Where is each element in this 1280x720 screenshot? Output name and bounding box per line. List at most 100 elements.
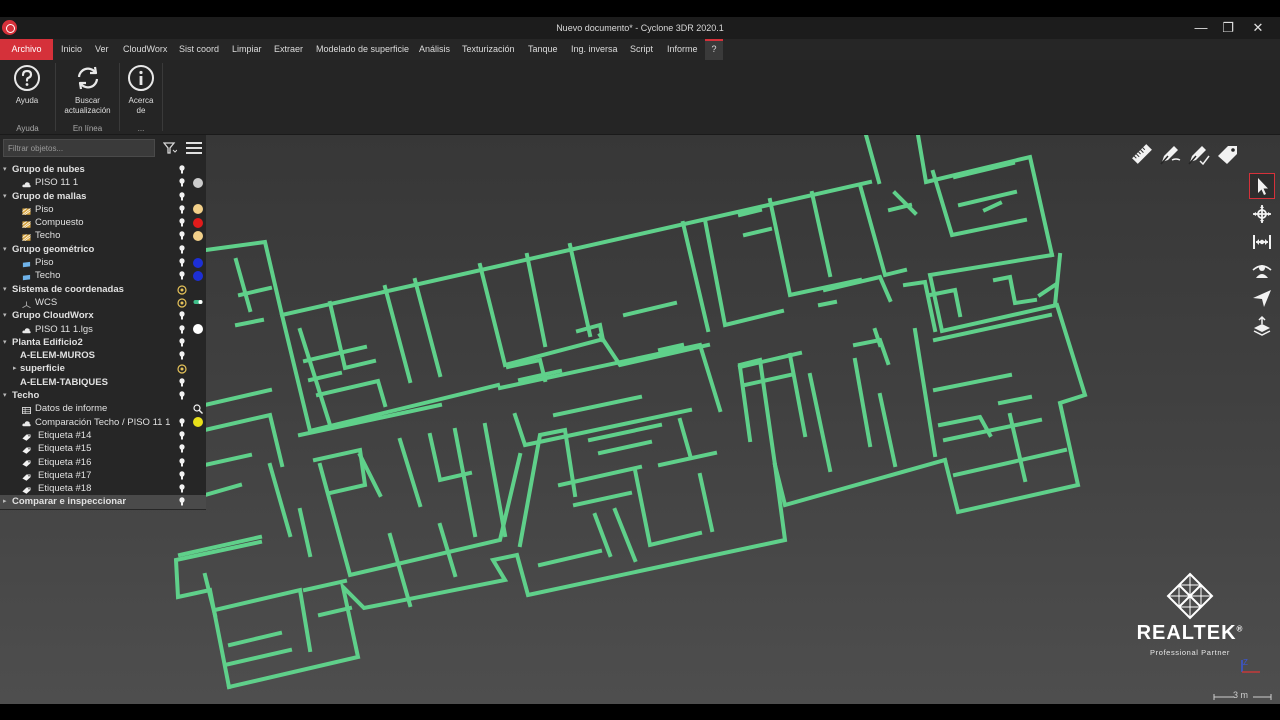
color-swatch[interactable] xyxy=(193,177,203,188)
collapse-arrow-icon[interactable]: ▾ xyxy=(3,336,7,349)
visibility-bulb-icon[interactable] xyxy=(179,271,185,280)
tree-row[interactable]: ▾ Techo xyxy=(0,389,206,402)
menu-modelado-superficie[interactable]: Modelado de superficie xyxy=(316,39,409,60)
visibility-bulb-icon[interactable] xyxy=(179,457,185,467)
visibility-bulb-icon[interactable] xyxy=(179,484,185,493)
visibility-bulb-icon[interactable] xyxy=(179,338,185,347)
move-cross-icon[interactable] xyxy=(1250,202,1274,226)
visibility-bulb-icon[interactable] xyxy=(179,205,185,214)
tree-row[interactable]: Etiqueta #15 xyxy=(0,442,206,455)
visibility-bulb-icon[interactable] xyxy=(179,471,185,480)
tree-row[interactable]: ▸ superficie xyxy=(0,362,206,375)
menu-informe[interactable]: Informe xyxy=(667,39,698,60)
visibility-bulb-icon[interactable] xyxy=(179,178,185,187)
partial-visibility-icon[interactable] xyxy=(177,298,187,308)
label-pen-icon[interactable] xyxy=(1158,142,1182,166)
tree-row[interactable]: Techo xyxy=(0,269,206,282)
menu-archivo[interactable]: Archivo xyxy=(0,39,53,60)
buscar-actualizacion-button[interactable]: Buscar actualización xyxy=(58,64,117,116)
tree-row[interactable]: A-ELEM-MUROS xyxy=(0,349,206,362)
tag-icon[interactable] xyxy=(1216,142,1240,166)
select-cursor-icon[interactable] xyxy=(1249,173,1275,199)
filter-objects-input[interactable] xyxy=(3,139,155,157)
filter-icon[interactable] xyxy=(163,142,177,154)
ruler-icon[interactable] xyxy=(1130,142,1154,166)
label-pen-check-icon[interactable] xyxy=(1186,142,1210,166)
menu-extraer[interactable]: Extraer xyxy=(274,39,303,60)
close-button[interactable]: ✕ xyxy=(1243,17,1273,39)
menu-tanque[interactable]: Tanque xyxy=(528,39,558,60)
menu-inicio[interactable]: Inicio xyxy=(61,39,82,60)
tree-row[interactable]: ▾ Sistema de coordenadas xyxy=(0,283,206,296)
tree-row[interactable]: WCS xyxy=(0,296,206,309)
menu-cloudworx[interactable]: CloudWorx xyxy=(123,39,167,60)
menu-help[interactable]: ? xyxy=(705,39,723,60)
expand-arrow-icon[interactable]: ▸ xyxy=(13,362,17,375)
tree-row[interactable]: Piso xyxy=(0,256,206,269)
magnifier-icon[interactable] xyxy=(193,404,203,414)
send-arrow-icon[interactable] xyxy=(1250,286,1274,310)
tree-row[interactable]: Techo xyxy=(0,229,206,242)
visibility-bulb-icon[interactable] xyxy=(179,377,185,387)
menu-limpiar[interactable]: Limpiar xyxy=(232,39,262,60)
visibility-bulb-icon[interactable] xyxy=(179,165,185,174)
visibility-bulb-icon[interactable] xyxy=(179,391,185,400)
color-swatch[interactable] xyxy=(193,417,203,428)
tree-row[interactable]: Etiqueta #14 xyxy=(0,429,206,442)
tree-row[interactable]: A-ELEM-TABIQUES xyxy=(0,376,206,389)
color-swatch[interactable] xyxy=(193,270,203,281)
tree-row[interactable]: ▾ Grupo de mallas xyxy=(0,190,206,203)
menu-script[interactable]: Script xyxy=(630,39,653,60)
menu-ing-inversa[interactable]: Ing. inversa xyxy=(571,39,618,60)
app-logo-icon[interactable] xyxy=(2,20,17,35)
tree-row[interactable]: PISO 11 1 xyxy=(0,176,206,189)
tree-row[interactable]: Piso xyxy=(0,203,206,216)
color-swatch[interactable] xyxy=(193,324,203,335)
list-menu-icon[interactable] xyxy=(186,141,202,155)
collapse-arrow-icon[interactable]: ▾ xyxy=(3,389,7,402)
expand-arrow-icon[interactable]: ▸ xyxy=(3,495,7,508)
tree-row[interactable]: Compuesto xyxy=(0,216,206,229)
menu-texturizacion[interactable]: Texturización xyxy=(462,39,515,60)
collapse-arrow-icon[interactable]: ▾ xyxy=(3,283,7,296)
ayuda-button[interactable]: Ayuda xyxy=(3,64,51,106)
color-swatch[interactable] xyxy=(193,257,203,268)
visibility-bulb-icon[interactable] xyxy=(179,231,185,240)
tree-row[interactable]: ▾ Grupo geométrico xyxy=(0,243,206,256)
restore-button[interactable]: ❐ xyxy=(1213,17,1243,39)
visibility-bulb-icon[interactable] xyxy=(179,497,185,506)
color-swatch[interactable] xyxy=(193,217,203,228)
minimize-button[interactable]: — xyxy=(1186,17,1216,39)
visibility-bulb-icon[interactable] xyxy=(179,417,185,427)
visibility-bulb-icon[interactable] xyxy=(179,351,185,360)
tree-row[interactable]: ▾ Planta Edificio2 xyxy=(0,336,206,349)
collapse-arrow-icon[interactable]: ▾ xyxy=(3,243,7,256)
menu-ver[interactable]: Ver xyxy=(95,39,109,60)
fit-horizontal-icon[interactable] xyxy=(1250,230,1274,254)
visibility-bulb-icon[interactable] xyxy=(179,191,185,201)
tree-row[interactable]: ▸ Comparar e inspeccionar xyxy=(0,495,206,509)
visibility-bulb-icon[interactable] xyxy=(179,218,185,227)
partial-visibility-icon[interactable] xyxy=(177,364,187,375)
visibility-bulb-icon[interactable] xyxy=(179,444,185,453)
visibility-bulb-icon[interactable] xyxy=(179,258,185,267)
partial-visibility-icon[interactable] xyxy=(177,285,187,295)
visibility-bulb-icon[interactable] xyxy=(179,244,185,254)
tree-row[interactable]: Etiqueta #16 xyxy=(0,456,206,469)
color-swatch[interactable] xyxy=(193,230,203,241)
tree-row[interactable]: PISO 11 1.lgs xyxy=(0,323,206,336)
color-swatch[interactable] xyxy=(193,204,203,215)
tree-row[interactable]: ▾ Grupo CloudWorx xyxy=(0,309,206,322)
menu-analisis[interactable]: Análisis xyxy=(419,39,450,60)
viewer-person-icon[interactable] xyxy=(1250,258,1274,282)
toggle-icon[interactable] xyxy=(193,297,203,307)
layers-icon[interactable] xyxy=(1250,314,1274,338)
collapse-arrow-icon[interactable]: ▾ xyxy=(3,163,7,176)
visibility-bulb-icon[interactable] xyxy=(179,311,185,320)
visibility-bulb-icon[interactable] xyxy=(179,431,185,440)
collapse-arrow-icon[interactable]: ▾ xyxy=(3,309,7,322)
tree-row[interactable]: Etiqueta #17 xyxy=(0,469,206,482)
tree-row[interactable]: Comparación Techo / PISO 11 1 xyxy=(0,416,206,429)
tree-row[interactable]: Datos de informe xyxy=(0,402,206,415)
menu-sist-coord[interactable]: Sist coord xyxy=(179,39,219,60)
